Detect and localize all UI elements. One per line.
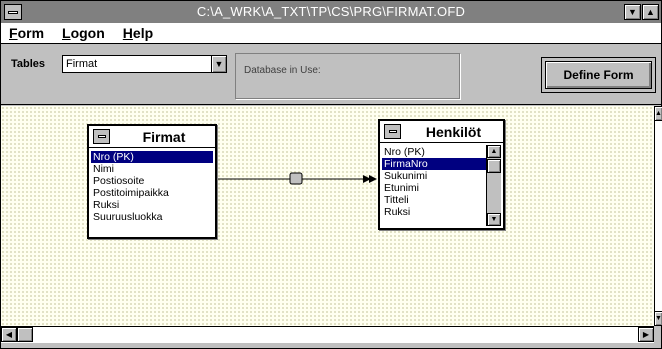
- menu-logon-rest: ogon: [70, 25, 105, 41]
- toolbar: Tables Firmat ▼ Database in Use: Define …: [1, 45, 661, 105]
- scroll-right-button[interactable]: ▶: [638, 327, 654, 342]
- menu-form[interactable]: Form: [9, 25, 44, 41]
- tables-label: Tables: [11, 58, 46, 70]
- scroll-up-button[interactable]: ▲: [654, 106, 662, 121]
- table-title-bar[interactable]: Henkilöt: [380, 121, 503, 143]
- field-item[interactable]: Postiosoite: [91, 175, 213, 187]
- scroll-up-button[interactable]: ▲: [487, 145, 501, 158]
- arrow-left-icon: ◀: [5, 330, 13, 339]
- vertical-scrollbar[interactable]: ▲ ▼: [654, 106, 662, 326]
- menu-logon[interactable]: Logon: [62, 25, 105, 41]
- field-item[interactable]: FirmaNro: [382, 158, 486, 170]
- table-name: Henkilöt: [425, 124, 482, 140]
- database-in-use-label: Database in Use:: [244, 65, 321, 76]
- horizontal-scrollbar[interactable]: ◀ ▶: [1, 326, 654, 343]
- maximize-button[interactable]: ▲: [642, 4, 659, 20]
- tables-dropdown-value: Firmat: [66, 58, 98, 70]
- field-item[interactable]: Nimi: [91, 163, 213, 175]
- define-form-button[interactable]: Define Form: [545, 61, 652, 89]
- table-scrollbar[interactable]: ▲ ▼: [486, 145, 501, 226]
- app-window: C:\A_WRK\A_TXT\TP\CS\PRG\FIRMAT.OFD ▼ ▲ …: [0, 0, 662, 349]
- menu-help[interactable]: Help: [123, 25, 153, 41]
- system-menu-icon: [97, 135, 106, 138]
- table-system-menu-button[interactable]: [384, 124, 401, 139]
- field-item[interactable]: Postitoimipaikka: [91, 187, 213, 199]
- menu-help-rest: elp: [132, 25, 154, 41]
- arrow-right-icon: ▶: [642, 330, 650, 339]
- field-list[interactable]: Nro (PK) Nimi Postiosoite Postitoimipaik…: [91, 151, 213, 223]
- title-bar[interactable]: C:\A_WRK\A_TXT\TP\CS\PRG\FIRMAT.OFD ▼ ▲: [1, 1, 661, 23]
- table-window-henkilot[interactable]: Henkilöt Nro (PK) FirmaNro Sukunimi Etun…: [378, 119, 505, 230]
- menu-form-hotkey: F: [9, 25, 18, 41]
- field-item[interactable]: Titteli: [382, 194, 486, 206]
- scroll-left-button[interactable]: ◀: [1, 327, 17, 342]
- menu-logon-hotkey: L: [62, 25, 71, 41]
- table-name: Firmat: [142, 129, 186, 145]
- menu-help-hotkey: H: [122, 25, 133, 41]
- table-window-firmat[interactable]: Firmat Nro (PK) Nimi Postiosoite Postito…: [87, 124, 217, 239]
- field-item[interactable]: Nro (PK): [91, 151, 213, 163]
- arrow-up-icon: ▲: [490, 148, 498, 155]
- maximize-icon: ▲: [646, 7, 655, 17]
- define-form-frame: Define Form: [541, 57, 656, 93]
- menu-form-rest: orm: [17, 25, 45, 41]
- arrow-up-icon: ▲: [655, 110, 662, 117]
- field-item[interactable]: Suuruusluokka: [91, 211, 213, 223]
- scroll-thumb[interactable]: [17, 327, 33, 342]
- arrow-down-icon: ▼: [490, 216, 498, 223]
- scroll-down-button[interactable]: ▼: [654, 311, 662, 326]
- dropdown-arrow-icon[interactable]: ▼: [211, 56, 226, 72]
- minimize-icon: ▼: [628, 7, 637, 17]
- minimize-button[interactable]: ▼: [624, 4, 641, 20]
- field-item[interactable]: Sukunimi: [382, 170, 486, 182]
- menu-bar: Form Logon Help: [1, 23, 661, 44]
- tables-dropdown[interactable]: Firmat ▼: [62, 55, 227, 73]
- scroll-down-button[interactable]: ▼: [487, 213, 501, 226]
- field-list[interactable]: Nro (PK) FirmaNro Sukunimi Etunimi Titte…: [382, 146, 486, 218]
- arrow-down-icon: ▼: [655, 315, 662, 322]
- table-title-bar[interactable]: Firmat: [89, 126, 215, 148]
- database-in-use-panel: Database in Use:: [235, 53, 460, 99]
- schema-canvas[interactable]: Firmat Nro (PK) Nimi Postiosoite Postito…: [1, 106, 654, 326]
- relationship-handle[interactable]: [289, 172, 303, 185]
- field-item[interactable]: Ruksi: [382, 206, 486, 218]
- scroll-thumb[interactable]: [487, 159, 501, 173]
- field-item[interactable]: Ruksi: [91, 199, 213, 211]
- table-system-menu-button[interactable]: [93, 129, 110, 144]
- window-title: C:\A_WRK\A_TXT\TP\CS\PRG\FIRMAT.OFD: [196, 4, 466, 19]
- field-item[interactable]: Etunimi: [382, 182, 486, 194]
- system-menu-icon: [388, 130, 397, 133]
- field-item[interactable]: Nro (PK): [382, 146, 486, 158]
